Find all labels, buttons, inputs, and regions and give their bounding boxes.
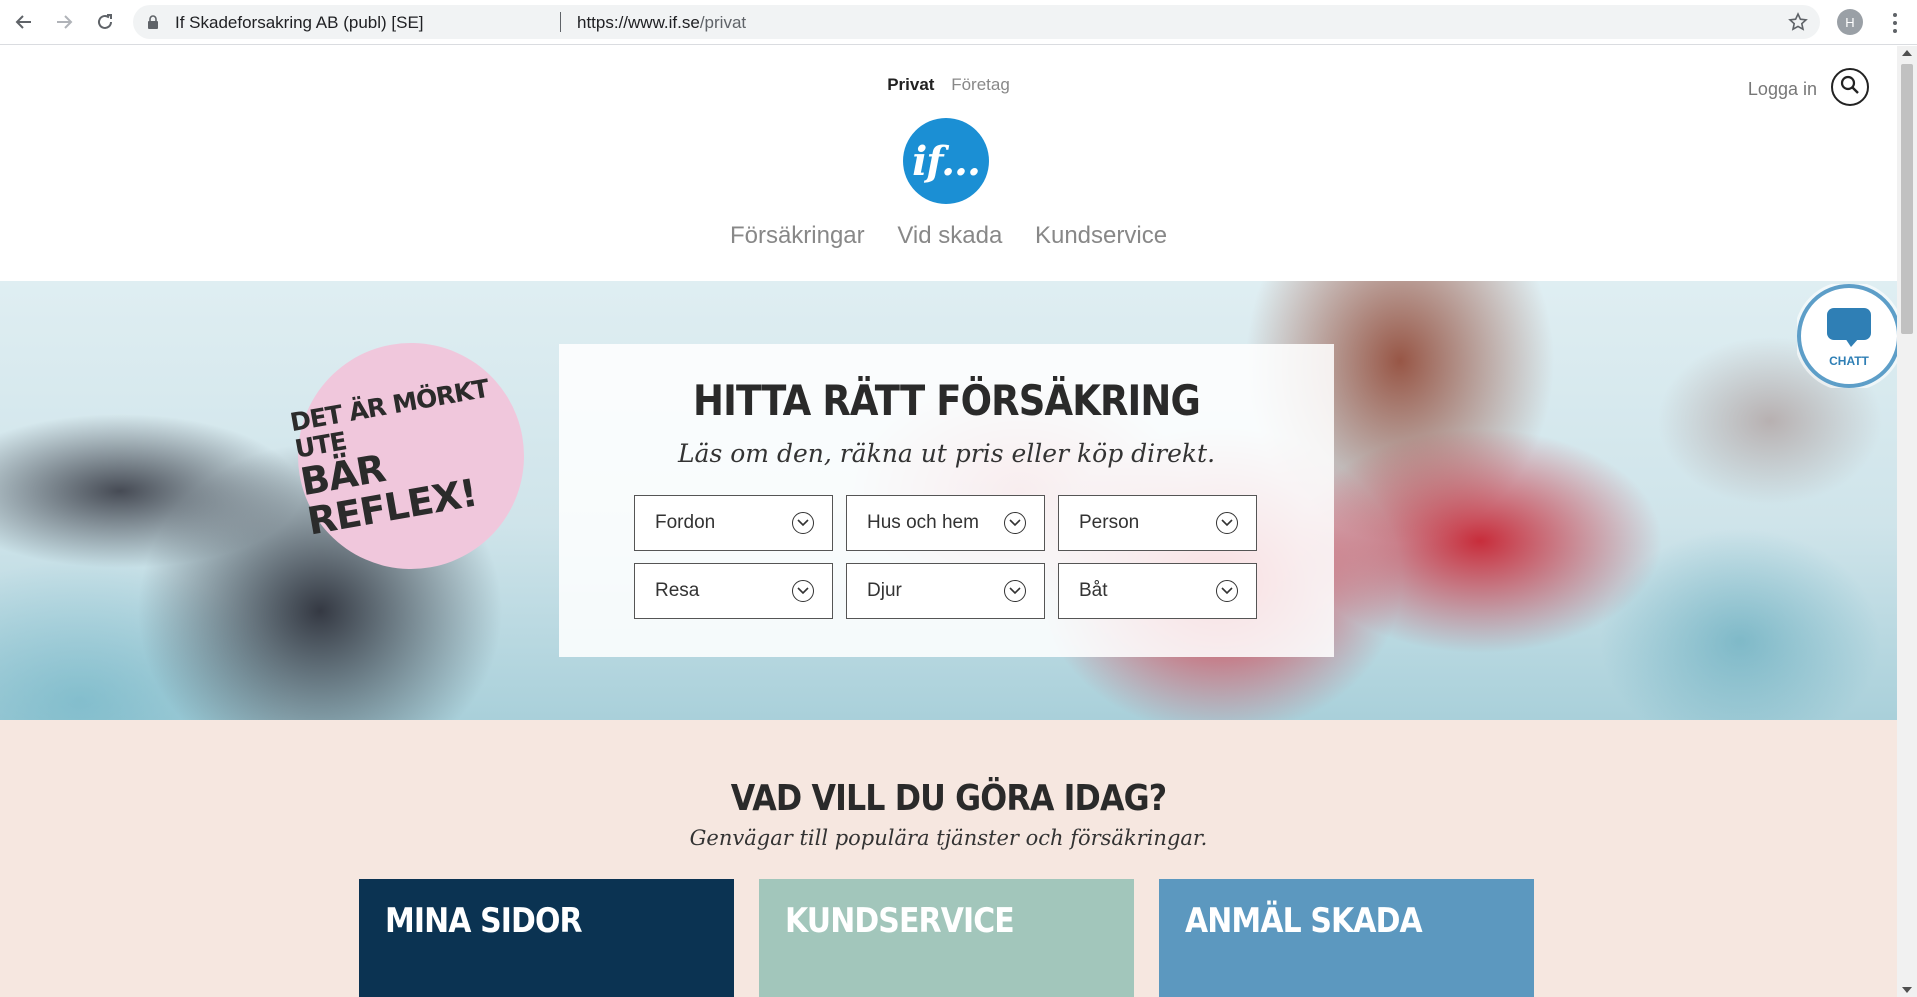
shortcuts-title: VAD VILL DU GÖRA IDAG?: [730, 778, 1167, 819]
tile-anmal-skada[interactable]: ANMÄL SKADA: [1159, 879, 1534, 997]
nav-forsakringar[interactable]: Försäkringar: [730, 222, 865, 249]
segment-privat[interactable]: Privat: [887, 75, 934, 94]
category-person-dropdown[interactable]: Person: [1058, 495, 1257, 551]
bookmark-star-icon[interactable]: [1788, 12, 1808, 37]
category-label: Resa: [655, 580, 700, 601]
if-logo[interactable]: if...: [903, 118, 989, 204]
category-resa-dropdown[interactable]: Resa: [634, 563, 833, 619]
tile-label: KUNDSERVICE: [785, 901, 1015, 941]
chat-label: CHATT: [1829, 354, 1869, 368]
tile-label: ANMÄL SKADA: [1185, 901, 1423, 941]
chat-button[interactable]: CHATT: [1797, 284, 1897, 388]
hero-banner: Det är mörkt ute Bär reflex! HITTA RÄTT …: [0, 281, 1897, 720]
shortcuts-subtitle: Genvägar till populära tjänster och förs…: [689, 826, 1208, 850]
category-grid: Fordon Hus och hem Person Resa Djur Båt: [634, 495, 1260, 619]
category-fordon-dropdown[interactable]: Fordon: [634, 495, 833, 551]
url-host: https://www.if.se: [577, 13, 700, 32]
chevron-down-icon: [1216, 512, 1238, 534]
chevron-down-icon: [1004, 580, 1026, 602]
profile-avatar[interactable]: H: [1837, 9, 1863, 35]
url-path: /privat: [699, 13, 747, 32]
category-label: Person: [1079, 512, 1140, 533]
browser-toolbar: If Skadeforsakring AB (publ) [SE] https:…: [0, 0, 1917, 45]
search-icon: [1840, 75, 1860, 100]
segment-foretag[interactable]: Företag: [951, 75, 1010, 94]
category-label: Hus och hem: [867, 512, 979, 533]
chevron-down-icon: [792, 580, 814, 602]
finder-title: HITTA RÄTT FÖRSÄKRING: [693, 376, 1201, 425]
divider: [560, 12, 561, 32]
insurance-finder: HITTA RÄTT FÖRSÄKRING Läs om den, räkna …: [559, 344, 1334, 657]
scroll-down-icon[interactable]: [1902, 987, 1912, 993]
category-label: Båt: [1079, 580, 1108, 601]
page-scrollbar[interactable]: [1897, 46, 1917, 997]
nav-kundservice[interactable]: Kundservice: [1035, 222, 1167, 249]
scrollbar-thumb[interactable]: [1901, 64, 1913, 334]
category-label: Djur: [867, 580, 902, 601]
shortcuts-section: VAD VILL DU GÖRA IDAG? Genvägar till pop…: [0, 720, 1897, 997]
main-nav: Försäkringar Vid skada Kundservice: [0, 222, 1897, 250]
chevron-down-icon: [1216, 580, 1238, 602]
back-icon[interactable]: [10, 8, 38, 36]
chat-bubble-tail: [1845, 338, 1859, 347]
category-label: Fordon: [655, 512, 716, 533]
site-identity: If Skadeforsakring AB (publ) [SE]: [175, 13, 424, 32]
reflex-badge[interactable]: Det är mörkt ute Bär reflex!: [280, 325, 542, 587]
nav-vid-skada[interactable]: Vid skada: [897, 222, 1002, 249]
tile-label: MINA SIDOR: [385, 901, 583, 941]
search-button[interactable]: [1831, 68, 1869, 106]
tile-kundservice[interactable]: KUNDSERVICE: [759, 879, 1134, 997]
address-bar[interactable]: If Skadeforsakring AB (publ) [SE] https:…: [133, 5, 1820, 39]
category-hus-och-hem-dropdown[interactable]: Hus och hem: [846, 495, 1045, 551]
category-djur-dropdown[interactable]: Djur: [846, 563, 1045, 619]
category-bat-dropdown[interactable]: Båt: [1058, 563, 1257, 619]
url-text: https://www.if.se/privat: [577, 13, 746, 33]
browser-menu-icon[interactable]: [1885, 11, 1905, 35]
forward-icon[interactable]: [50, 8, 78, 36]
chevron-down-icon: [1004, 512, 1026, 534]
finder-tagline: Läs om den, räkna ut pris eller köp dire…: [677, 439, 1216, 468]
tile-mina-sidor[interactable]: MINA SIDOR: [359, 879, 734, 997]
scroll-up-icon[interactable]: [1902, 50, 1912, 56]
segment-switch: Privat Företag: [0, 75, 1897, 95]
login-link[interactable]: Logga in: [1748, 79, 1817, 100]
lock-icon: [147, 15, 159, 34]
chevron-down-icon: [792, 512, 814, 534]
reload-icon[interactable]: [91, 8, 119, 36]
chat-bubble-icon: [1827, 308, 1871, 340]
site-header: Privat Företag Logga in if... Försäkring…: [0, 46, 1897, 281]
